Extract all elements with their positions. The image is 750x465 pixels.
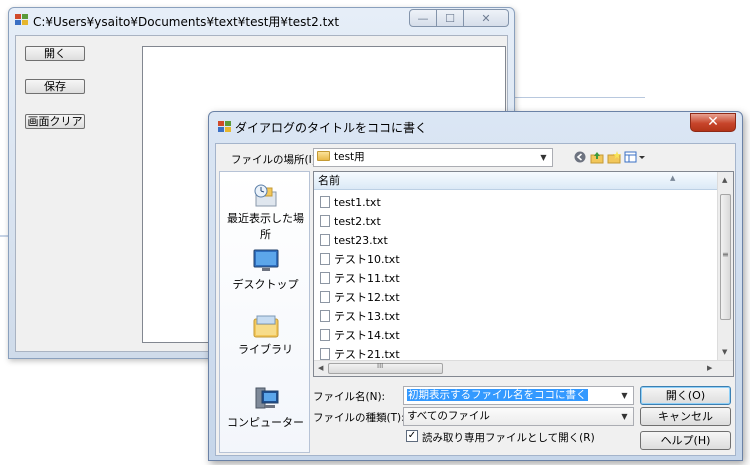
- caption-buttons: — ☐ ✕: [409, 9, 509, 27]
- text-file-icon: [320, 272, 330, 284]
- file-item[interactable]: test2.txt: [320, 212, 381, 231]
- dialog-close-button[interactable]: ✕: [690, 113, 736, 132]
- column-header-name[interactable]: 名前 ▲: [314, 172, 719, 190]
- place-computer[interactable]: コンピューター: [220, 386, 311, 431]
- scroll-down-arrow-icon[interactable]: ▼: [722, 348, 727, 356]
- desktop-icon: [252, 248, 280, 274]
- open-button[interactable]: 開く: [25, 46, 85, 61]
- maximize-button[interactable]: ☐: [436, 9, 464, 27]
- file-name: テスト12.txt: [334, 291, 400, 304]
- filename-input[interactable]: 初期表示するファイル名をココに書く ▼: [403, 386, 634, 405]
- filetype-select[interactable]: すべてのファイル ▼: [403, 407, 634, 426]
- place-label: デスクトップ: [232, 278, 299, 291]
- scroll-left-arrow-icon[interactable]: ◀: [318, 364, 323, 372]
- file-list[interactable]: 名前 ▲ test1.txt test2.txt test23.txt テスト1…: [313, 171, 734, 377]
- dialog-app-icon: [218, 121, 232, 133]
- place-label: コンピューター: [227, 416, 304, 429]
- recent-places-icon: [252, 182, 280, 208]
- file-item[interactable]: テスト12.txt: [320, 288, 400, 307]
- scroll-right-arrow-icon[interactable]: ▶: [707, 364, 712, 372]
- dialog-title: ダイアログのタイトルをココに書く: [235, 121, 428, 135]
- file-item[interactable]: テスト14.txt: [320, 326, 400, 345]
- dialog-help-button[interactable]: ヘルプ(H): [640, 431, 731, 450]
- file-item[interactable]: テスト11.txt: [320, 269, 400, 288]
- minimize-button[interactable]: —: [409, 9, 437, 27]
- look-in-label: ファイルの場所(I):: [231, 154, 320, 166]
- filename-value: 初期表示するファイル名をココに書く: [407, 389, 588, 401]
- back-icon[interactable]: [573, 150, 587, 164]
- minimize-icon: —: [417, 11, 429, 25]
- filetype-value: すべてのファイル: [407, 410, 490, 422]
- background-edge-mark: [0, 235, 8, 237]
- dropdown-arrow-icon[interactable]: ▼: [616, 408, 633, 425]
- filetype-label: ファイルの種類(T):: [313, 412, 405, 424]
- place-label: 最近表示した場所: [227, 212, 304, 241]
- look-in-value: test用: [334, 151, 365, 163]
- dialog-toolbar: [573, 149, 649, 165]
- dropdown-arrow-icon[interactable]: ▼: [616, 387, 633, 404]
- places-bar: 最近表示した場所 デスクトップ ライブラリ コンピューター: [219, 171, 310, 453]
- horizontal-scrollbar[interactable]: ◀ III ▶: [314, 360, 733, 376]
- place-libraries[interactable]: ライブラリ: [220, 313, 311, 358]
- save-button[interactable]: 保存: [25, 79, 85, 94]
- main-titlebar[interactable]: C:¥Users¥ysaito¥Documents¥text¥test用¥tes…: [9, 8, 514, 32]
- libraries-icon: [252, 313, 280, 339]
- readonly-checkbox[interactable]: ✓: [406, 430, 418, 442]
- text-file-icon: [320, 253, 330, 265]
- file-name: test1.txt: [334, 196, 381, 209]
- text-file-icon: [320, 310, 330, 322]
- horizontal-scroll-thumb[interactable]: III: [328, 362, 443, 374]
- close-icon: ✕: [481, 11, 491, 25]
- dialog-body: ファイルの場所(I): test用 ▼ 最近表示した場所 デスクトップ ライブラ…: [215, 143, 736, 456]
- filename-label: ファイル名(N):: [313, 391, 386, 403]
- dialog-cancel-button[interactable]: キャンセル: [640, 407, 731, 426]
- place-desktop[interactable]: デスクトップ: [220, 248, 311, 293]
- dialog-open-button[interactable]: 開く(O): [640, 386, 731, 405]
- file-name: テスト13.txt: [334, 310, 400, 323]
- place-recent[interactable]: 最近表示した場所: [220, 182, 311, 243]
- file-name: test2.txt: [334, 215, 381, 228]
- folder-icon: [317, 151, 330, 161]
- file-item[interactable]: test23.txt: [320, 231, 388, 250]
- file-name: test23.txt: [334, 234, 388, 247]
- scroll-up-arrow-icon[interactable]: ▲: [722, 176, 727, 184]
- readonly-label[interactable]: 読み取り専用ファイルとして開く(R): [422, 430, 595, 445]
- column-name-label: 名前: [318, 174, 340, 187]
- file-name: テスト11.txt: [334, 272, 400, 285]
- vertical-scrollbar[interactable]: ▲ ≡ ▼: [717, 172, 733, 362]
- file-item[interactable]: test1.txt: [320, 193, 381, 212]
- main-window-title: C:¥Users¥ysaito¥Documents¥text¥test用¥tes…: [33, 15, 340, 29]
- maximize-icon: ☐: [445, 11, 455, 25]
- close-icon: ✕: [707, 114, 719, 130]
- clear-screen-button[interactable]: 画面クリア: [25, 114, 85, 129]
- place-label: ライブラリ: [238, 343, 293, 356]
- text-file-icon: [320, 234, 330, 246]
- text-file-icon: [320, 291, 330, 303]
- file-name: テスト14.txt: [334, 329, 400, 342]
- text-file-icon: [320, 348, 330, 360]
- file-item[interactable]: テスト10.txt: [320, 250, 400, 269]
- close-button[interactable]: ✕: [463, 9, 509, 27]
- vertical-scroll-thumb[interactable]: ≡: [720, 194, 731, 320]
- file-item[interactable]: テスト13.txt: [320, 307, 400, 326]
- new-folder-icon[interactable]: [607, 150, 621, 164]
- grip-icon: III: [377, 362, 384, 370]
- view-menu-icon[interactable]: [624, 150, 646, 164]
- checkmark-icon: ✓: [407, 430, 417, 441]
- text-file-icon: [320, 329, 330, 341]
- open-file-dialog: ダイアログのタイトルをココに書く ✕ ファイルの場所(I): test用 ▼ 最…: [208, 111, 743, 461]
- text-file-icon: [320, 196, 330, 208]
- dropdown-arrow-icon[interactable]: ▼: [535, 149, 552, 166]
- up-folder-icon[interactable]: [590, 150, 604, 164]
- file-name: テスト10.txt: [334, 253, 400, 266]
- sort-arrow-icon: ▲: [670, 174, 676, 182]
- computer-icon: [252, 386, 280, 412]
- text-file-icon: [320, 215, 330, 227]
- look-in-combo[interactable]: test用 ▼: [313, 148, 553, 167]
- background-edge-mark: [515, 97, 645, 98]
- grip-icon: ≡: [722, 250, 729, 259]
- app-icon: [15, 14, 29, 26]
